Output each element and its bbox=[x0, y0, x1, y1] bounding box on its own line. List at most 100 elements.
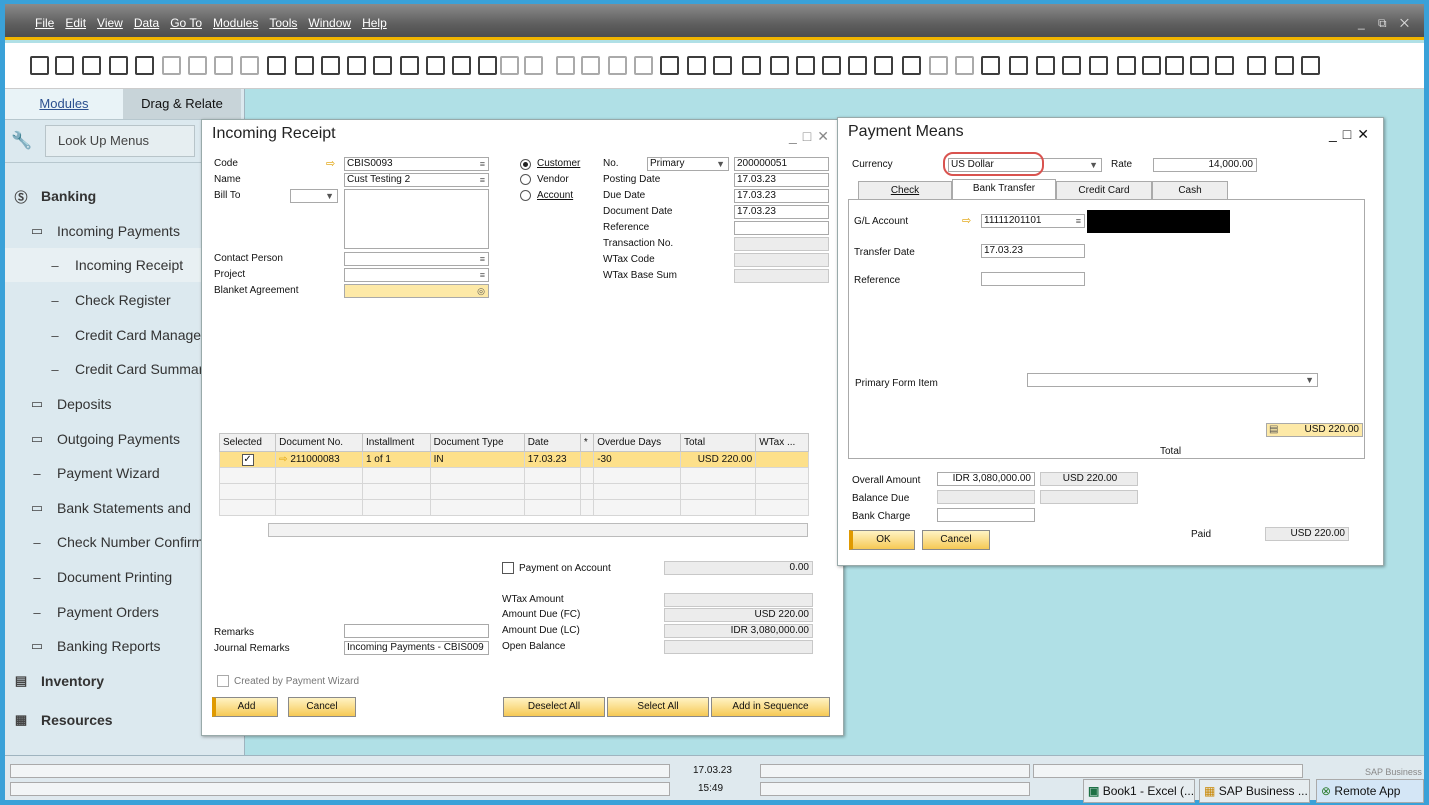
toolbar-button-icon[interactable] bbox=[874, 56, 893, 75]
col-doc-type[interactable]: Document Type bbox=[429, 433, 525, 452]
add-button[interactable]: Add bbox=[212, 697, 278, 717]
lookup-menus-button[interactable]: Look Up Menus bbox=[45, 125, 195, 157]
col-overdue[interactable]: Overdue Days bbox=[593, 433, 681, 452]
menu-edit[interactable]: Edit bbox=[65, 16, 86, 30]
bill-to-select[interactable]: ▼ bbox=[290, 189, 338, 203]
remarks-field[interactable] bbox=[344, 624, 489, 638]
menu-file[interactable]: File bbox=[35, 16, 54, 30]
toolbar-button-icon[interactable] bbox=[929, 56, 948, 75]
name-field[interactable]: Cust Testing 2 ≡ bbox=[344, 173, 489, 187]
account-radio[interactable] bbox=[520, 190, 531, 201]
table-row[interactable] bbox=[218, 467, 809, 484]
reference-field[interactable] bbox=[734, 221, 829, 235]
window-controls[interactable]: _□✕ bbox=[789, 122, 835, 150]
toolbar-button-icon[interactable] bbox=[742, 56, 761, 75]
wrench-icon[interactable]: 🔧 bbox=[5, 131, 39, 151]
taskbar-remote-app[interactable]: ⊗ Remote App bbox=[1316, 779, 1424, 803]
toolbar-button-icon[interactable] bbox=[347, 56, 366, 75]
menu-help[interactable]: Help bbox=[362, 16, 387, 30]
menu-view[interactable]: View bbox=[97, 16, 123, 30]
tab-drag-relate[interactable]: Drag & Relate bbox=[123, 89, 241, 119]
col-selected[interactable]: Selected bbox=[218, 433, 277, 452]
journal-remarks-field[interactable]: Incoming Payments - CBIS009 bbox=[344, 641, 489, 655]
toolbar-button-icon[interactable] bbox=[426, 56, 445, 75]
link-arrow-icon[interactable]: ⇨ bbox=[962, 214, 971, 227]
toolbar-button-icon[interactable] bbox=[1165, 56, 1184, 75]
toolbar-button-icon[interactable] bbox=[162, 56, 181, 75]
toolbar-button-icon[interactable] bbox=[452, 56, 471, 75]
toolbar-button-icon[interactable] bbox=[1117, 56, 1136, 75]
toolbar-button-icon[interactable] bbox=[713, 56, 732, 75]
bill-to-address[interactable] bbox=[344, 189, 489, 249]
toolbar-button-icon[interactable] bbox=[660, 56, 679, 75]
code-field[interactable]: CBIS0093 ≡ bbox=[344, 157, 489, 171]
tab-cash[interactable]: Cash bbox=[1152, 181, 1228, 199]
col-total[interactable]: Total bbox=[679, 433, 757, 452]
customer-radio[interactable] bbox=[520, 159, 531, 170]
series-select[interactable]: Primary ▼ bbox=[647, 157, 729, 171]
menu-goto[interactable]: Go To bbox=[170, 16, 202, 30]
select-all-button[interactable]: Select All bbox=[607, 697, 709, 717]
transfer-date-field[interactable]: 17.03.23 bbox=[981, 244, 1085, 258]
toolbar-button-icon[interactable] bbox=[400, 56, 419, 75]
toolbar-button-icon[interactable] bbox=[1215, 56, 1234, 75]
project-field[interactable]: ≡ bbox=[344, 268, 489, 282]
toolbar-button-icon[interactable] bbox=[634, 56, 653, 75]
add-in-sequence-button[interactable]: Add in Sequence bbox=[711, 697, 830, 717]
toolbar-button-icon[interactable] bbox=[30, 56, 49, 75]
toolbar-button-icon[interactable] bbox=[902, 56, 921, 75]
toolbar-button-icon[interactable] bbox=[1190, 56, 1209, 75]
col-star[interactable]: * bbox=[579, 433, 595, 452]
taskbar-excel[interactable]: ▣ Book1 - Excel (... bbox=[1083, 779, 1195, 803]
document-date-field[interactable]: 17.03.23 bbox=[734, 205, 829, 219]
link-arrow-icon[interactable]: ⇨ bbox=[326, 157, 335, 170]
menu-window[interactable]: Window bbox=[308, 16, 351, 30]
tab-credit-card[interactable]: Credit Card bbox=[1056, 181, 1152, 199]
col-doc-no[interactable]: Document No. bbox=[275, 433, 363, 452]
taskbar-sap[interactable]: ▦ SAP Business ... bbox=[1199, 779, 1310, 803]
toolbar-button-icon[interactable] bbox=[955, 56, 974, 75]
toolbar-button-icon[interactable] bbox=[1036, 56, 1055, 75]
toolbar-button-icon[interactable] bbox=[82, 56, 101, 75]
toolbar-button-icon[interactable] bbox=[556, 56, 575, 75]
toolbar-button-icon[interactable] bbox=[981, 56, 1000, 75]
toolbar-button-icon[interactable] bbox=[55, 56, 74, 75]
menu-tools[interactable]: Tools bbox=[269, 16, 297, 30]
toolbar-button-icon[interactable] bbox=[321, 56, 340, 75]
toolbar-button-icon[interactable] bbox=[524, 56, 543, 75]
reference-field[interactable] bbox=[981, 272, 1085, 286]
toolbar-button-icon[interactable] bbox=[687, 56, 706, 75]
toolbar-button-icon[interactable] bbox=[500, 56, 519, 75]
toolbar-button-icon[interactable] bbox=[1009, 56, 1028, 75]
tab-check[interactable]: Check bbox=[858, 181, 952, 199]
table-row[interactable]: ✓ ⇨ 211000083 1 of 1 IN 17.03.23 -30 USD… bbox=[218, 451, 809, 468]
bank-charge-field[interactable] bbox=[937, 508, 1035, 522]
doc-number-field[interactable]: 200000051 bbox=[734, 157, 829, 171]
toolbar-button-icon[interactable] bbox=[1142, 56, 1161, 75]
payment-on-account-checkbox[interactable] bbox=[502, 562, 514, 574]
posting-date-field[interactable]: 17.03.23 bbox=[734, 173, 829, 187]
app-window-controls[interactable]: _ ⧉ ✕ bbox=[1358, 16, 1414, 31]
menu-modules[interactable]: Modules bbox=[213, 16, 258, 30]
col-date[interactable]: Date bbox=[523, 433, 581, 452]
deselect-all-button[interactable]: Deselect All bbox=[503, 697, 605, 717]
toolbar-button-icon[interactable] bbox=[1062, 56, 1081, 75]
total-field[interactable]: ▤ USD 220.00 bbox=[1266, 423, 1363, 437]
toolbar-button-icon[interactable] bbox=[848, 56, 867, 75]
table-row[interactable] bbox=[218, 499, 809, 516]
toolbar-button-icon[interactable] bbox=[267, 56, 286, 75]
toolbar-button-icon[interactable] bbox=[240, 56, 259, 75]
cancel-button[interactable]: Cancel bbox=[922, 530, 990, 550]
due-date-field[interactable]: 17.03.23 bbox=[734, 189, 829, 203]
tab-bank-transfer[interactable]: Bank Transfer bbox=[952, 179, 1056, 199]
toolbar-button-icon[interactable] bbox=[109, 56, 128, 75]
primary-form-item-select[interactable]: ▼ bbox=[1027, 373, 1318, 387]
contact-person-field[interactable]: ≡ bbox=[344, 252, 489, 266]
tab-modules[interactable]: Modules bbox=[5, 89, 123, 119]
toolbar-button-icon[interactable] bbox=[1247, 56, 1266, 75]
blanket-agreement-field[interactable]: ◎ bbox=[344, 284, 489, 298]
horizontal-scrollbar[interactable] bbox=[268, 523, 808, 537]
window-controls[interactable]: _□✕ bbox=[1329, 120, 1375, 148]
toolbar-button-icon[interactable] bbox=[796, 56, 815, 75]
link-arrow-icon[interactable]: ⇨ bbox=[279, 454, 287, 465]
